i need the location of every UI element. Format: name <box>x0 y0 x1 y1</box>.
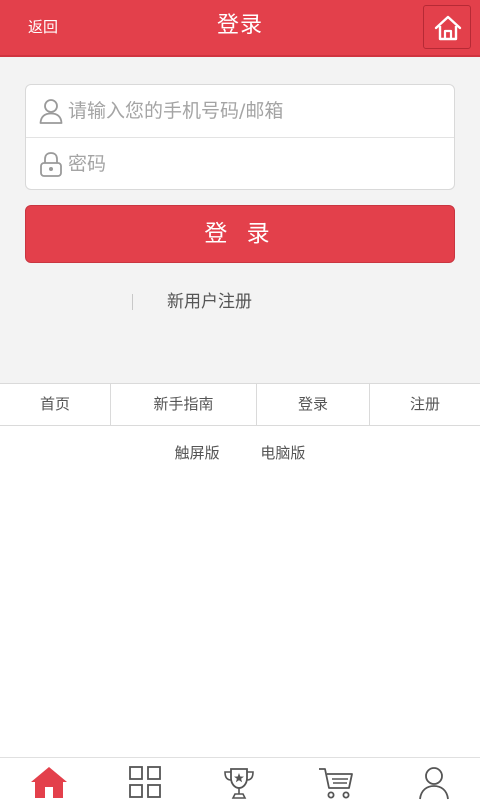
footer-nav-login[interactable]: 登录 <box>256 384 369 425</box>
footer-nav-register[interactable]: 注册 <box>369 384 480 425</box>
footer-nav-home[interactable]: 首页 <box>0 384 110 425</box>
home-icon <box>434 15 462 41</box>
login-area: 登 录 新用户注册 <box>0 57 480 383</box>
tab-category[interactable] <box>129 766 161 802</box>
account-input[interactable] <box>68 95 438 127</box>
home-button[interactable] <box>423 5 471 49</box>
password-input[interactable] <box>68 148 438 180</box>
cart-icon <box>319 768 353 799</box>
tab-ranking[interactable] <box>222 766 256 804</box>
tab-home[interactable] <box>30 766 68 802</box>
trophy-icon <box>224 768 254 799</box>
touch-version-link[interactable]: 触屏版 <box>175 444 220 462</box>
login-form <box>25 84 455 190</box>
profile-icon <box>419 767 449 800</box>
account-row <box>26 85 454 138</box>
footer-nav-guide[interactable]: 新手指南 <box>110 384 256 425</box>
register-link[interactable]: 新用户注册 <box>167 291 252 313</box>
home-icon <box>31 767 67 798</box>
tab-cart[interactable] <box>318 766 354 804</box>
desktop-version-link[interactable]: 电脑版 <box>260 444 305 462</box>
login-button[interactable]: 登 录 <box>25 205 455 263</box>
version-switch: 触屏版 电脑版 <box>0 442 480 464</box>
tab-profile[interactable] <box>419 766 449 804</box>
category-grid-icon <box>129 766 161 798</box>
lock-icon <box>40 152 62 177</box>
bottom-tabbar <box>0 757 480 801</box>
header-bar: 返回 登录 <box>0 0 480 57</box>
user-icon <box>39 99 63 124</box>
divider <box>132 294 133 310</box>
footer-nav: 首页 新手指南 登录 注册 <box>0 383 480 426</box>
page-title: 登录 <box>216 13 263 38</box>
password-row <box>26 138 454 190</box>
